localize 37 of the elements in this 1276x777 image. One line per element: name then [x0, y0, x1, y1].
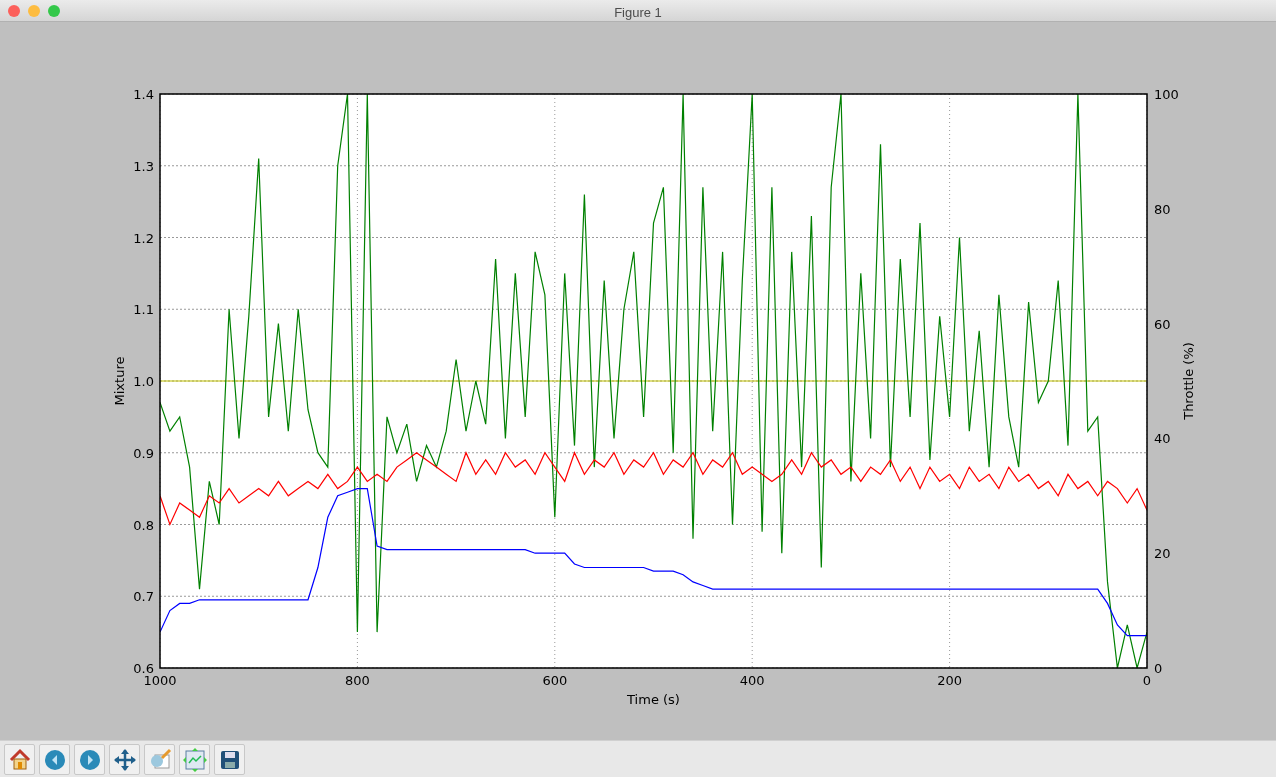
forward-icon	[77, 747, 102, 772]
y2-tick-label: 60	[1154, 316, 1171, 332]
y2-tick-label: 20	[1154, 546, 1171, 562]
x-tick-label: 600	[542, 673, 568, 688]
x-tick-label: 0	[1142, 673, 1152, 688]
y2-tick-label: 0	[1154, 661, 1163, 676]
y-tick-label: 1.4	[133, 87, 154, 102]
y-tick-label: 1.0	[133, 374, 154, 389]
x-tick-label: 400	[739, 673, 765, 688]
x-axis-label: Time (s)	[627, 692, 680, 707]
x-tick-label: 800	[345, 673, 370, 688]
y-tick-label: 1.2	[133, 230, 154, 246]
y-tick-label: 1.3	[133, 158, 154, 174]
move-icon	[112, 747, 137, 772]
y2-tick-label: 100	[1154, 87, 1179, 102]
y-axis-label: Mixture	[112, 356, 127, 406]
fit-icon	[182, 747, 207, 772]
y-tick-label: 0.7	[133, 589, 154, 605]
y-tick-label: 1.1	[133, 302, 154, 318]
window-title: Figure 1	[614, 5, 662, 20]
y2-tick-label: 40	[1154, 431, 1171, 447]
y2-tick-label: 80	[1154, 201, 1171, 217]
home-button[interactable]	[4, 744, 35, 775]
back-icon	[42, 747, 67, 772]
y-tick-label: 0.6	[133, 661, 154, 676]
close-button[interactable]	[8, 5, 20, 17]
y-tick-label: 0.9	[133, 445, 154, 461]
zoom-button[interactable]	[48, 5, 60, 17]
x-tick-label: 200	[937, 673, 962, 688]
floppy-button[interactable]	[214, 744, 245, 775]
move-button[interactable]	[109, 744, 140, 775]
home-icon	[7, 747, 32, 772]
x-tick-label: 1000	[143, 673, 177, 688]
forward-button[interactable]	[74, 744, 105, 775]
back-button[interactable]	[39, 744, 70, 775]
y-tick-label: 0.8	[133, 517, 154, 533]
y2-axis-label: Throttle (%)	[1181, 342, 1196, 420]
